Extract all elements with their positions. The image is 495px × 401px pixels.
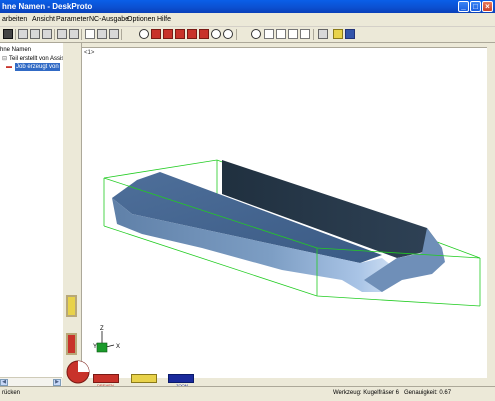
rotate-icon[interactable] bbox=[264, 29, 274, 39]
maximize-button[interactable]: □ bbox=[470, 1, 481, 12]
view-icon[interactable] bbox=[109, 29, 119, 39]
tree-expander-icon[interactable]: ⊟ bbox=[2, 55, 7, 63]
status-tool: Werkzeug: Kugelfräser 6 bbox=[333, 390, 399, 396]
info-icon[interactable] bbox=[85, 29, 95, 39]
menu-optionen[interactable]: Optionen bbox=[127, 15, 155, 24]
project-tree: hne Namen ⊟ Teil erstellt von Assis ▬ Jo… bbox=[0, 43, 64, 378]
mouse-mode-indicator bbox=[66, 360, 90, 384]
red-part-4-icon[interactable] bbox=[187, 29, 197, 39]
eye-icon[interactable] bbox=[139, 29, 149, 39]
globe-icon[interactable] bbox=[211, 29, 221, 39]
menu-ansicht[interactable]: Ansicht bbox=[32, 15, 55, 24]
tree-root[interactable]: hne Namen bbox=[0, 46, 31, 54]
move-icon[interactable] bbox=[276, 29, 286, 39]
toolbar-separator bbox=[236, 29, 237, 40]
axis-z-label: Z bbox=[100, 326, 104, 332]
menu-nc-ausgabe[interactable]: NC-Ausgabe bbox=[89, 15, 129, 24]
scroll-left-icon[interactable]: ◀ bbox=[0, 379, 8, 386]
tools-icon[interactable] bbox=[333, 29, 343, 39]
axis-x-label: X bbox=[116, 344, 120, 350]
toolbar bbox=[0, 27, 495, 43]
print-preview-icon[interactable] bbox=[69, 29, 79, 39]
grid-icon[interactable] bbox=[97, 29, 107, 39]
toolbar-separator bbox=[121, 29, 122, 40]
vertical-toolbar bbox=[63, 43, 82, 386]
tree-part-item[interactable]: Teil erstellt von Assis bbox=[9, 55, 64, 63]
toolbar-separator bbox=[15, 29, 16, 40]
globe-2-icon[interactable] bbox=[223, 29, 233, 39]
save-icon[interactable] bbox=[3, 29, 13, 39]
close-button[interactable]: × bbox=[482, 1, 493, 12]
bottom-toolbar bbox=[63, 378, 495, 386]
menu-parameter[interactable]: Parameter bbox=[56, 15, 89, 24]
toolbar-separator bbox=[54, 29, 55, 40]
window-title: hne Namen - DeskProto bbox=[2, 2, 93, 11]
scroll-right-icon[interactable]: ▶ bbox=[53, 379, 61, 386]
help-icon[interactable] bbox=[345, 29, 355, 39]
redo-icon[interactable] bbox=[30, 29, 40, 39]
status-left-text: rücken bbox=[2, 390, 21, 396]
fit-icon[interactable] bbox=[318, 29, 328, 39]
pan-button[interactable] bbox=[131, 374, 157, 383]
drehen-button[interactable] bbox=[93, 374, 119, 383]
axis-triad: Z Y X bbox=[93, 326, 120, 353]
minimize-button[interactable]: _ bbox=[458, 1, 469, 12]
3d-viewport[interactable]: <1> Z Y X bbox=[81, 47, 489, 382]
right-scroll-strip bbox=[487, 47, 495, 380]
status-bar: rücken Werkzeug: Kugelfräser 6 Genauigke… bbox=[0, 386, 495, 401]
select-icon[interactable] bbox=[251, 29, 261, 39]
title-bar: hne Namen - DeskProto _ □ × bbox=[0, 0, 495, 13]
red-part-icon[interactable] bbox=[151, 29, 161, 39]
tree-job-item[interactable]: Job erzeugt von bbox=[15, 63, 60, 71]
menu-hilfe[interactable]: Hilfe bbox=[157, 15, 171, 24]
zoom-icon[interactable] bbox=[300, 29, 310, 39]
toolbar-separator bbox=[313, 29, 314, 40]
axis-y-label: Y bbox=[93, 344, 97, 350]
zoom-window-icon[interactable] bbox=[288, 29, 298, 39]
model-canvas: Z Y X bbox=[93, 159, 481, 353]
red-view-button[interactable] bbox=[66, 333, 77, 355]
undo-icon[interactable] bbox=[18, 29, 28, 39]
status-precision: Genauigkeit: 0.67 bbox=[404, 390, 452, 396]
menu-bar: arbeiten Ansicht Parameter NC-Ausgabe Op… bbox=[0, 13, 495, 27]
job-icon: ▬ bbox=[6, 64, 12, 70]
print-icon[interactable] bbox=[57, 29, 67, 39]
red-part-3-icon[interactable] bbox=[175, 29, 185, 39]
zoom-button[interactable] bbox=[168, 374, 194, 383]
export-icon[interactable] bbox=[42, 29, 52, 39]
red-part-5-icon[interactable] bbox=[199, 29, 209, 39]
red-part-2-icon[interactable] bbox=[163, 29, 173, 39]
yellow-view-button[interactable] bbox=[66, 295, 77, 317]
menu-bearbeiten[interactable]: arbeiten bbox=[2, 15, 27, 24]
toolbar-separator bbox=[81, 29, 82, 40]
